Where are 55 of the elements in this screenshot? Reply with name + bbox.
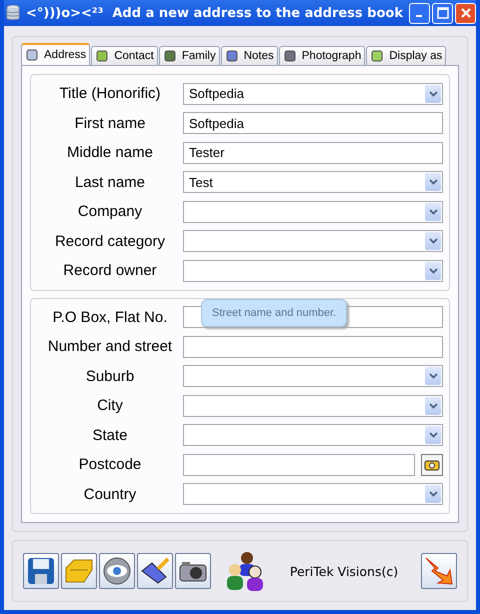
dropdown-field[interactable]: [183, 260, 443, 282]
save-disk-button[interactable]: [23, 553, 59, 589]
field-label: Record category: [54, 232, 166, 250]
tab-icon[interactable]: [25, 48, 39, 62]
input-field[interactable]: Tester: [183, 142, 443, 164]
tab[interactable]: Family: [158, 46, 220, 65]
maximize-icon[interactable]: [436, 7, 448, 19]
field-label: Last name: [74, 174, 146, 191]
tab[interactable]: Contact: [91, 46, 158, 65]
field-label: Postcode: [78, 456, 142, 474]
dropdown-field[interactable]: [183, 424, 443, 446]
next-button[interactable]: [421, 553, 457, 589]
field-label: Suburb: [84, 368, 136, 385]
tab-icon[interactable]: [282, 49, 297, 63]
tab[interactable]: Notes: [220, 46, 278, 65]
dropdown-field[interactable]: [183, 230, 443, 252]
tab-icon[interactable]: [370, 49, 384, 63]
field-label: Title (Honorific): [58, 85, 162, 102]
eye-button[interactable]: [99, 553, 135, 589]
dropdown-field[interactable]: [183, 483, 443, 506]
close-button[interactable]: [455, 2, 476, 24]
minimize-button[interactable]: [409, 2, 430, 24]
tab[interactable]: Address: [21, 43, 90, 65]
dropdown-field[interactable]: Softpedia: [183, 82, 443, 105]
tab[interactable]: Photograph: [278, 46, 366, 65]
credit-text: PeriTek Visions(c): [288, 564, 400, 578]
close-icon[interactable]: [460, 7, 472, 19]
maximize-button[interactable]: [432, 2, 453, 24]
field-label: Country: [82, 486, 138, 503]
field-label: First name: [74, 114, 146, 132]
field-label: Record owner: [62, 262, 158, 280]
database-icon: [6, 3, 20, 23]
dropdown-field[interactable]: [183, 200, 443, 223]
field-label: P.O Box, Flat No.: [52, 308, 168, 326]
dropdown-field[interactable]: [183, 365, 443, 388]
input-field[interactable]: Softpedia: [183, 112, 443, 134]
field-label: State: [91, 426, 129, 444]
tab-icon[interactable]: [95, 49, 110, 63]
tab-icon[interactable]: [224, 49, 239, 63]
field-label: City: [96, 397, 124, 414]
camera-button[interactable]: [175, 553, 211, 589]
input-field[interactable]: [183, 336, 443, 358]
field-label: Company: [76, 203, 144, 220]
window-title: <°)))o><²³ Add a new address to the address book: [26, 6, 403, 20]
lookup-button[interactable]: [421, 454, 443, 476]
tray-button[interactable]: [61, 553, 97, 589]
field-label: Number and street: [46, 338, 174, 356]
input-field[interactable]: [183, 454, 415, 476]
tab[interactable]: Display as: [366, 46, 446, 65]
dropdown-field[interactable]: [183, 394, 443, 417]
field-label: Middle name: [66, 144, 154, 162]
brush-button[interactable]: [137, 553, 173, 589]
dropdown-field[interactable]: Test: [183, 171, 443, 194]
tab-icon[interactable]: [162, 49, 177, 63]
tooltip: Street name and number.: [201, 299, 348, 328]
